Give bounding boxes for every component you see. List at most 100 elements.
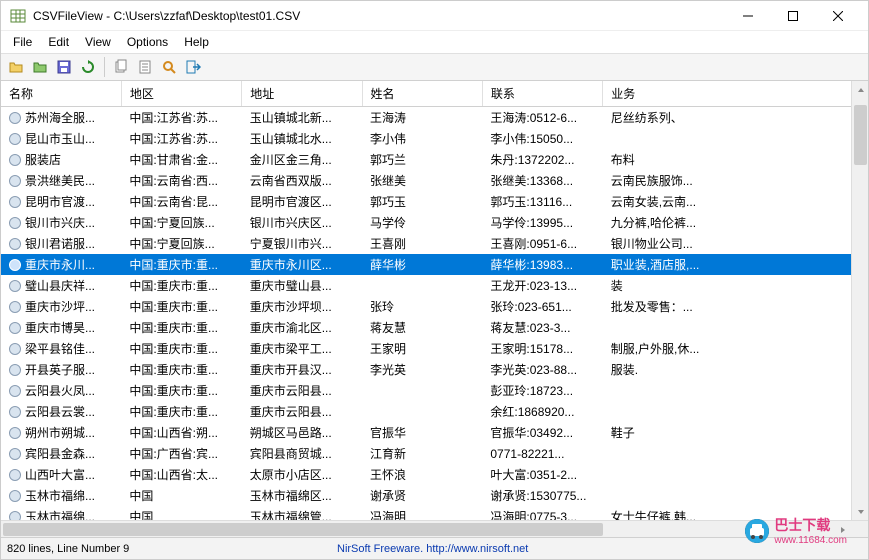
table-row[interactable]: 重庆市博昊...中国:重庆市:重...重庆市渝北区...蒋友慧蒋友慧:023-3… [1,317,868,338]
table-row[interactable]: 昆山市玉山...中国:江苏省:苏...玉山镇城北水...李小伟李小伟:15050… [1,128,868,149]
scroll-down-arrow-icon[interactable] [852,503,868,520]
cell-region: 中国:重庆市:重... [121,296,241,317]
cell-contact: 0771-82221... [482,443,602,464]
cell-name: 重庆市博昊... [1,317,121,338]
cell-addr: 云南省西双版... [242,170,362,191]
cell-addr: 银川市兴庆区... [242,212,362,233]
refresh-icon[interactable] [77,56,99,78]
column-addr[interactable]: 地址 [242,81,362,107]
menu-file[interactable]: File [5,33,40,51]
menu-options[interactable]: Options [119,33,176,51]
table-row[interactable]: 宾阳县金森...中国:广西省:宾...宾阳县商贸城...江育新0771-8222… [1,443,868,464]
table-row[interactable]: 玉林市福绵...中国玉林市福绵管...冯海明冯海明:0775-3...女士牛仔裤… [1,506,868,520]
row-bullet-icon [9,280,21,292]
cell-addr: 重庆市沙坪坝... [242,296,362,317]
open-clipboard-icon[interactable] [29,56,51,78]
cell-contact: 王龙开:023-13... [482,275,602,296]
data-table: 名称 地区 地址 姓名 联系 业务 苏州海全服...中国:江苏省:苏...玉山镇… [1,81,868,520]
cell-contact: 彭亚玲:18723... [482,380,602,401]
cell-contact: 李光英:023-88... [482,359,602,380]
cell-addr: 重庆市梁平工... [242,338,362,359]
scroll-thumb[interactable] [854,105,867,165]
column-region[interactable]: 地区 [121,81,241,107]
cell-name: 山西叶大富... [1,464,121,485]
minimize-button[interactable] [725,2,770,30]
column-contact[interactable]: 联系 [482,81,602,107]
cell-region: 中国:江苏省:苏... [121,107,241,129]
cell-name: 开县英子服... [1,359,121,380]
save-icon[interactable] [53,56,75,78]
table-row[interactable]: 银川市兴庆...中国:宁夏回族...银川市兴庆区...马学伶马学伶:13995.… [1,212,868,233]
vertical-scrollbar[interactable] [851,81,868,520]
horizontal-scrollbar[interactable] [1,520,868,537]
cell-biz [603,443,868,464]
table-row[interactable]: 梁平县铭佳...中国:重庆市:重...重庆市梁平工...王家明王家明:15178… [1,338,868,359]
menu-view[interactable]: View [77,33,119,51]
cell-name: 服装店 [1,149,121,170]
table-row[interactable]: 昆明市官渡...中国:云南省:昆...昆明市官渡区...郭巧玉郭巧玉:13116… [1,191,868,212]
table-row[interactable]: 景洪继美民...中国:云南省:西...云南省西双版...张继美张继美:13368… [1,170,868,191]
cell-biz: 九分裤,哈伦裤... [603,212,868,233]
cell-contact: 李小伟:15050... [482,128,602,149]
maximize-button[interactable] [770,2,815,30]
cell-addr: 重庆市永川区... [242,254,362,275]
cell-biz: 云南女装,云南... [603,191,868,212]
table-row[interactable]: 云阳县云裳...中国:重庆市:重...重庆市云阳县...余红:1868920..… [1,401,868,422]
properties-icon[interactable] [134,56,156,78]
cell-region: 中国:重庆市:重... [121,317,241,338]
cell-addr: 玉山镇城北新... [242,107,362,129]
table-container[interactable]: 名称 地区 地址 姓名 联系 业务 苏州海全服...中国:江苏省:苏...玉山镇… [1,81,868,520]
cell-contact: 郭巧玉:13116... [482,191,602,212]
table-row[interactable]: 山西叶大富...中国:山西省:太...太原市小店区...王怀浪叶大富:0351-… [1,464,868,485]
cell-name: 璧山县庆祥... [1,275,121,296]
cell-fullname: 李小伟 [362,128,482,149]
cell-name: 梁平县铭佳... [1,338,121,359]
table-row[interactable]: 开县英子服...中国:重庆市:重...重庆市开县汉...李光英李光英:023-8… [1,359,868,380]
open-file-icon[interactable] [5,56,27,78]
cell-name: 银川市兴庆... [1,212,121,233]
table-row[interactable]: 重庆市永川...中国:重庆市:重...重庆市永川区...薛华彬薛华彬:13983… [1,254,868,275]
menu-edit[interactable]: Edit [40,33,77,51]
exit-icon[interactable] [182,56,204,78]
window-controls [725,2,860,30]
table-row[interactable]: 苏州海全服...中国:江苏省:苏...玉山镇城北新...王海涛王海涛:0512-… [1,107,868,129]
copy-icon[interactable] [110,56,132,78]
cell-region: 中国:云南省:昆... [121,191,241,212]
cell-biz [603,464,868,485]
table-header-row: 名称 地区 地址 姓名 联系 业务 [1,81,868,107]
table-row[interactable]: 银川君诺服...中国:宁夏回族...宁夏银川市兴...王喜刚王喜刚:0951-6… [1,233,868,254]
status-link[interactable]: NirSoft Freeware. http://www.nirsoft.net [337,543,528,555]
cell-biz [603,485,868,506]
cell-biz: 云南民族服饰... [603,170,868,191]
cell-region: 中国:重庆市:重... [121,254,241,275]
cell-biz: 女士牛仔裤,韩... [603,506,868,520]
table-row[interactable]: 璧山县庆祥...中国:重庆市:重...重庆市璧山县...王龙开:023-13..… [1,275,868,296]
cell-region: 中国:广西省:宾... [121,443,241,464]
column-name[interactable]: 名称 [1,81,121,107]
row-bullet-icon [9,217,21,229]
row-bullet-icon [9,490,21,502]
table-row[interactable]: 服装店中国:甘肃省:金...金川区金三角...郭巧兰朱丹:1372202...布… [1,149,868,170]
table-row[interactable]: 云阳县火凤...中国:重庆市:重...重庆市云阳县...彭亚玲:18723... [1,380,868,401]
row-bullet-icon [9,511,21,520]
cell-contact: 官振华:03492... [482,422,602,443]
scroll-up-arrow-icon[interactable] [852,81,868,98]
menu-help[interactable]: Help [176,33,217,51]
table-row[interactable]: 重庆市沙坪...中国:重庆市:重...重庆市沙坪坝...张玲张玲:023-651… [1,296,868,317]
close-button[interactable] [815,2,860,30]
find-icon[interactable] [158,56,180,78]
cell-contact: 冯海明:0775-3... [482,506,602,520]
scroll-right-arrow-icon[interactable] [834,521,851,538]
row-bullet-icon [9,154,21,166]
column-biz[interactable]: 业务 [603,81,868,107]
cell-fullname: 王海涛 [362,107,482,129]
table-row[interactable]: 朔州市朔城...中国:山西省:朔...朔城区马邑路...官振华官振华:03492… [1,422,868,443]
cell-biz: 银川物业公司... [603,233,868,254]
cell-addr: 朔城区马邑路... [242,422,362,443]
cell-biz: 布料 [603,149,868,170]
table-row[interactable]: 玉林市福绵...中国玉林市福绵区...谢承贤谢承贤:1530775... [1,485,868,506]
column-fullname[interactable]: 姓名 [362,81,482,107]
row-bullet-icon [9,364,21,376]
cell-addr: 玉林市福绵区... [242,485,362,506]
scroll-thumb-h[interactable] [3,523,603,536]
